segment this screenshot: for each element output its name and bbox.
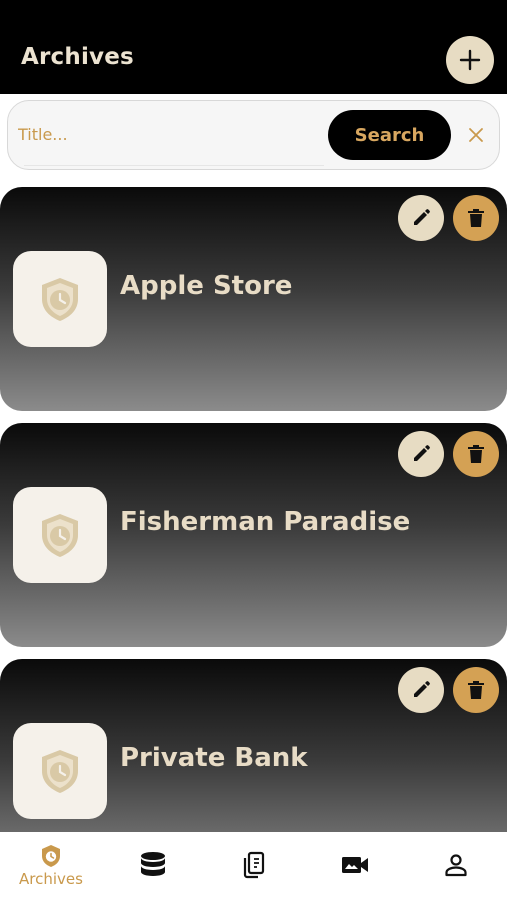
delete-archive-button[interactable] [453,431,499,477]
archive-thumbnail [13,723,107,819]
nav-label: Archives [19,870,83,888]
search-bar: Search [7,100,500,170]
video-camera-icon [342,857,368,873]
person-icon [445,854,467,877]
trash-icon [468,681,484,699]
pencil-icon [414,445,430,461]
archive-title: Private Bank [120,743,308,773]
nav-item-profile[interactable] [406,832,506,900]
plus-icon [459,49,481,71]
close-icon [469,128,483,142]
app-root: Archives Search Apple Store [0,0,507,900]
archive-title: Fisherman Paradise [120,507,411,537]
search-button[interactable]: Search [328,110,451,160]
shield-clock-icon [42,750,78,793]
nav-item-archives[interactable]: Archives [1,832,101,900]
shield-clock-icon [42,278,78,321]
trash-icon [468,209,484,227]
edit-archive-button[interactable] [398,431,444,477]
phone-document-icon [243,851,265,879]
archive-title: Apple Store [120,271,293,301]
edit-archive-button[interactable] [398,667,444,713]
search-input[interactable] [18,115,318,153]
pencil-icon [414,209,430,225]
bottom-navigation: Archives [0,832,507,900]
pencil-icon [414,681,430,697]
app-header: Archives [0,0,507,94]
nav-item-video[interactable] [305,832,405,900]
archive-thumbnail [13,251,107,347]
delete-archive-button[interactable] [453,195,499,241]
shield-clock-icon [42,514,78,557]
clear-search-button[interactable] [463,122,489,148]
edit-archive-button[interactable] [398,195,444,241]
trash-icon [468,445,484,463]
database-icon [141,852,165,876]
archive-card[interactable]: Fisherman Paradise [0,423,507,647]
nav-item-database[interactable] [103,832,203,900]
nav-item-documents[interactable] [204,832,304,900]
delete-archive-button[interactable] [453,667,499,713]
search-input-underline [24,165,324,166]
archive-thumbnail [13,487,107,583]
add-archive-button[interactable] [446,36,494,84]
shield-clock-icon [42,845,60,867]
archive-card[interactable]: Apple Store [0,187,507,411]
page-title: Archives [21,44,134,70]
